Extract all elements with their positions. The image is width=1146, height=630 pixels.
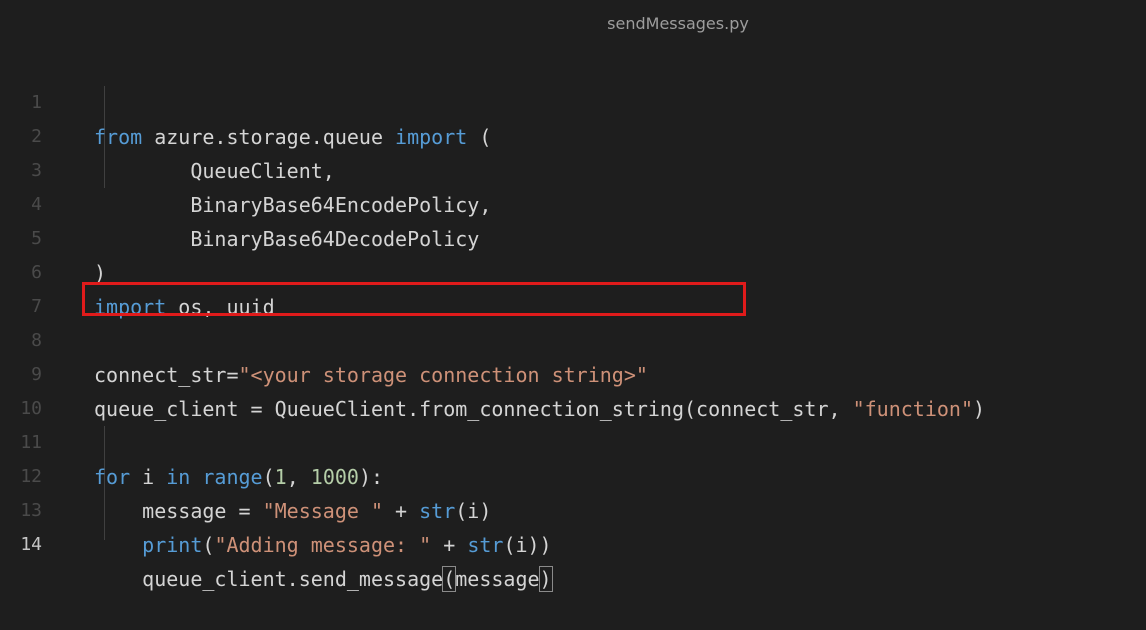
code-text: ( <box>202 533 215 557</box>
line-content: queue_client.send_message(message) <box>94 562 553 596</box>
code-text: message <box>455 567 540 591</box>
file-tab-title[interactable]: sendMessages.py <box>8 14 1138 33</box>
builtin-function: str <box>467 533 504 557</box>
code-line-4[interactable]: 4 BinaryBase64DecodePolicy <box>8 154 1138 251</box>
code-line-6[interactable]: 6 import os, uuid <box>8 222 1138 319</box>
bracket-match-close: ) <box>538 566 553 592</box>
code-line-10[interactable]: 10 <box>8 358 1138 419</box>
string-literal: "Adding message: " <box>214 533 432 557</box>
line-number-active: 14 <box>20 534 42 555</box>
line-content: print("Adding message: " + str(i)) <box>94 528 552 562</box>
code-line-12[interactable]: 12 message = "Message " + str(i) <box>8 426 1138 523</box>
code-line-2[interactable]: 2 QueueClient, <box>8 86 1138 183</box>
code-line-14[interactable]: 14 queue_client.send_message(message) <box>8 494 1138 592</box>
code-area[interactable]: 1 from azure.storage.queue import ( 2 Qu… <box>8 52 1138 592</box>
code-text: + <box>431 533 468 557</box>
code-line-9[interactable]: 9 queue_client = QueueClient.from_connec… <box>8 324 1138 421</box>
code-line-3[interactable]: 3 BinaryBase64EncodePolicy, <box>8 120 1138 217</box>
builtin-function: print <box>142 533 203 557</box>
code-line-1[interactable]: 1 from azure.storage.queue import ( <box>8 52 1138 149</box>
code-line-13[interactable]: 13 print("Adding message: " + str(i)) <box>8 460 1138 557</box>
code-editor[interactable]: sendMessages.py 1 from azure.storage.que… <box>8 8 1138 592</box>
code-text: queue_client.send_message <box>94 567 444 591</box>
bracket-match-open: ( <box>442 566 457 592</box>
editor-tab-bar: sendMessages.py <box>8 8 1138 44</box>
code-line-5[interactable]: 5 ) <box>8 188 1138 285</box>
code-line-11[interactable]: 11 for i in range(1, 1000): <box>8 392 1138 489</box>
code-text: (i)) <box>503 533 552 557</box>
highlight-box <box>82 282 746 316</box>
